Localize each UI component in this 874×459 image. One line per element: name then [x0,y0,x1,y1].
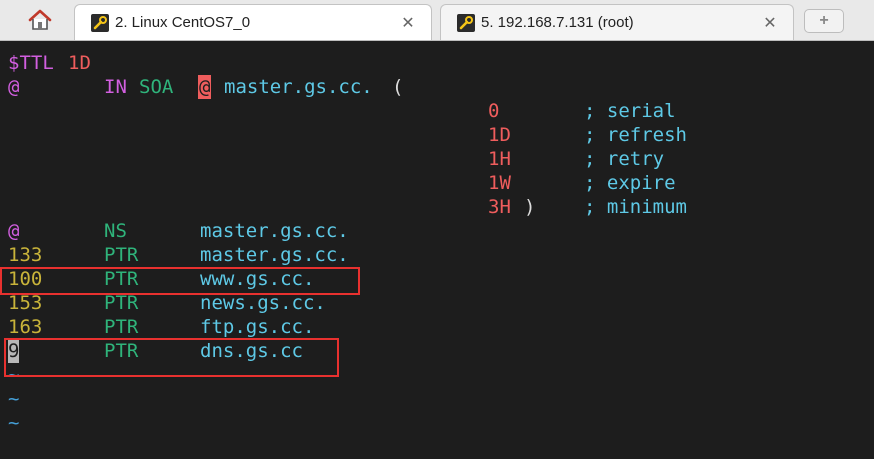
close-icon[interactable]: ✕ [759,12,781,34]
record-ptr-163: 163 PTR ftp.gs.cc. [8,315,314,339]
wrench-icon [91,13,109,32]
tab-bar: 2. Linux CentOS7_0 ✕ 5. 192.168.7.131 (r… [0,0,874,41]
tab-linux-centos[interactable]: 2. Linux CentOS7_0 ✕ [74,4,432,40]
highlight-box-www [0,267,360,295]
record-ns: @ NS master.gs.cc. [8,219,349,243]
record-ptr-133: 133 PTR master.gs.cc. [8,243,349,267]
record-data: ftp.gs.cc. [200,316,315,338]
highlight-box-dns [4,338,339,377]
plus-icon: + [819,12,829,29]
soa-value: 1W [488,172,511,194]
close-icon[interactable]: ✕ [397,12,419,34]
soa-rname: @ [198,75,212,99]
soa-field-expire: 1W ; expire [8,171,676,195]
terminal-editor[interactable]: $TTL 1D @ IN SOA @ master.gs.cc. ( 0 ; s… [0,41,874,442]
record-data: master.gs.cc. [200,220,349,242]
record-name: @ [8,220,20,242]
tab-label: 2. Linux CentOS7_0 [115,14,251,31]
soa-comment: ; retry [584,148,665,170]
ttl-line: $TTL 1D [8,51,91,75]
home-icon [28,9,52,30]
tab-remote-root[interactable]: 5. 192.168.7.131 (root) ✕ [440,4,794,40]
soa-value: 1H [488,148,511,170]
home-button[interactable] [12,5,68,35]
soa-type: SOA [139,76,174,98]
wrench-icon [457,13,475,32]
record-type: PTR [104,316,139,338]
ttl-value: 1D [68,52,91,74]
tab-label: 5. 192.168.7.131 (root) [481,14,634,31]
soa-mname: master.gs.cc. [224,76,373,98]
soa-value: 3H [488,196,511,218]
empty-line-marker: ~ [8,412,20,434]
record-type: NS [104,220,127,242]
soa-comment: ; serial [584,100,676,122]
soa-comment: ; minimum [584,196,687,218]
record-type: PTR [104,244,139,266]
soa-comment: ; refresh [584,124,687,146]
soa-origin: @ [8,76,20,98]
soa-open-paren: ( [392,76,404,98]
soa-value: 0 [488,100,500,122]
soa-field-serial: 0 ; serial [8,99,676,123]
empty-line-marker: ~ [8,388,20,410]
soa-line: @ IN SOA @ master.gs.cc. ( [8,75,403,99]
soa-comment: ; expire [584,172,676,194]
soa-class: IN [104,76,127,98]
new-tab-button[interactable]: + [804,9,844,33]
soa-field-refresh: 1D ; refresh [8,123,687,147]
soa-field-retry: 1H ; retry [8,147,664,171]
soa-value: 1D [488,124,511,146]
record-data: master.gs.cc. [200,244,349,266]
record-name: 163 [8,316,43,338]
ttl-directive: $TTL [8,52,54,74]
soa-close-paren: ) [524,196,536,218]
soa-field-minimum: 3H ) ; minimum [8,195,687,219]
record-name: 133 [8,244,43,266]
